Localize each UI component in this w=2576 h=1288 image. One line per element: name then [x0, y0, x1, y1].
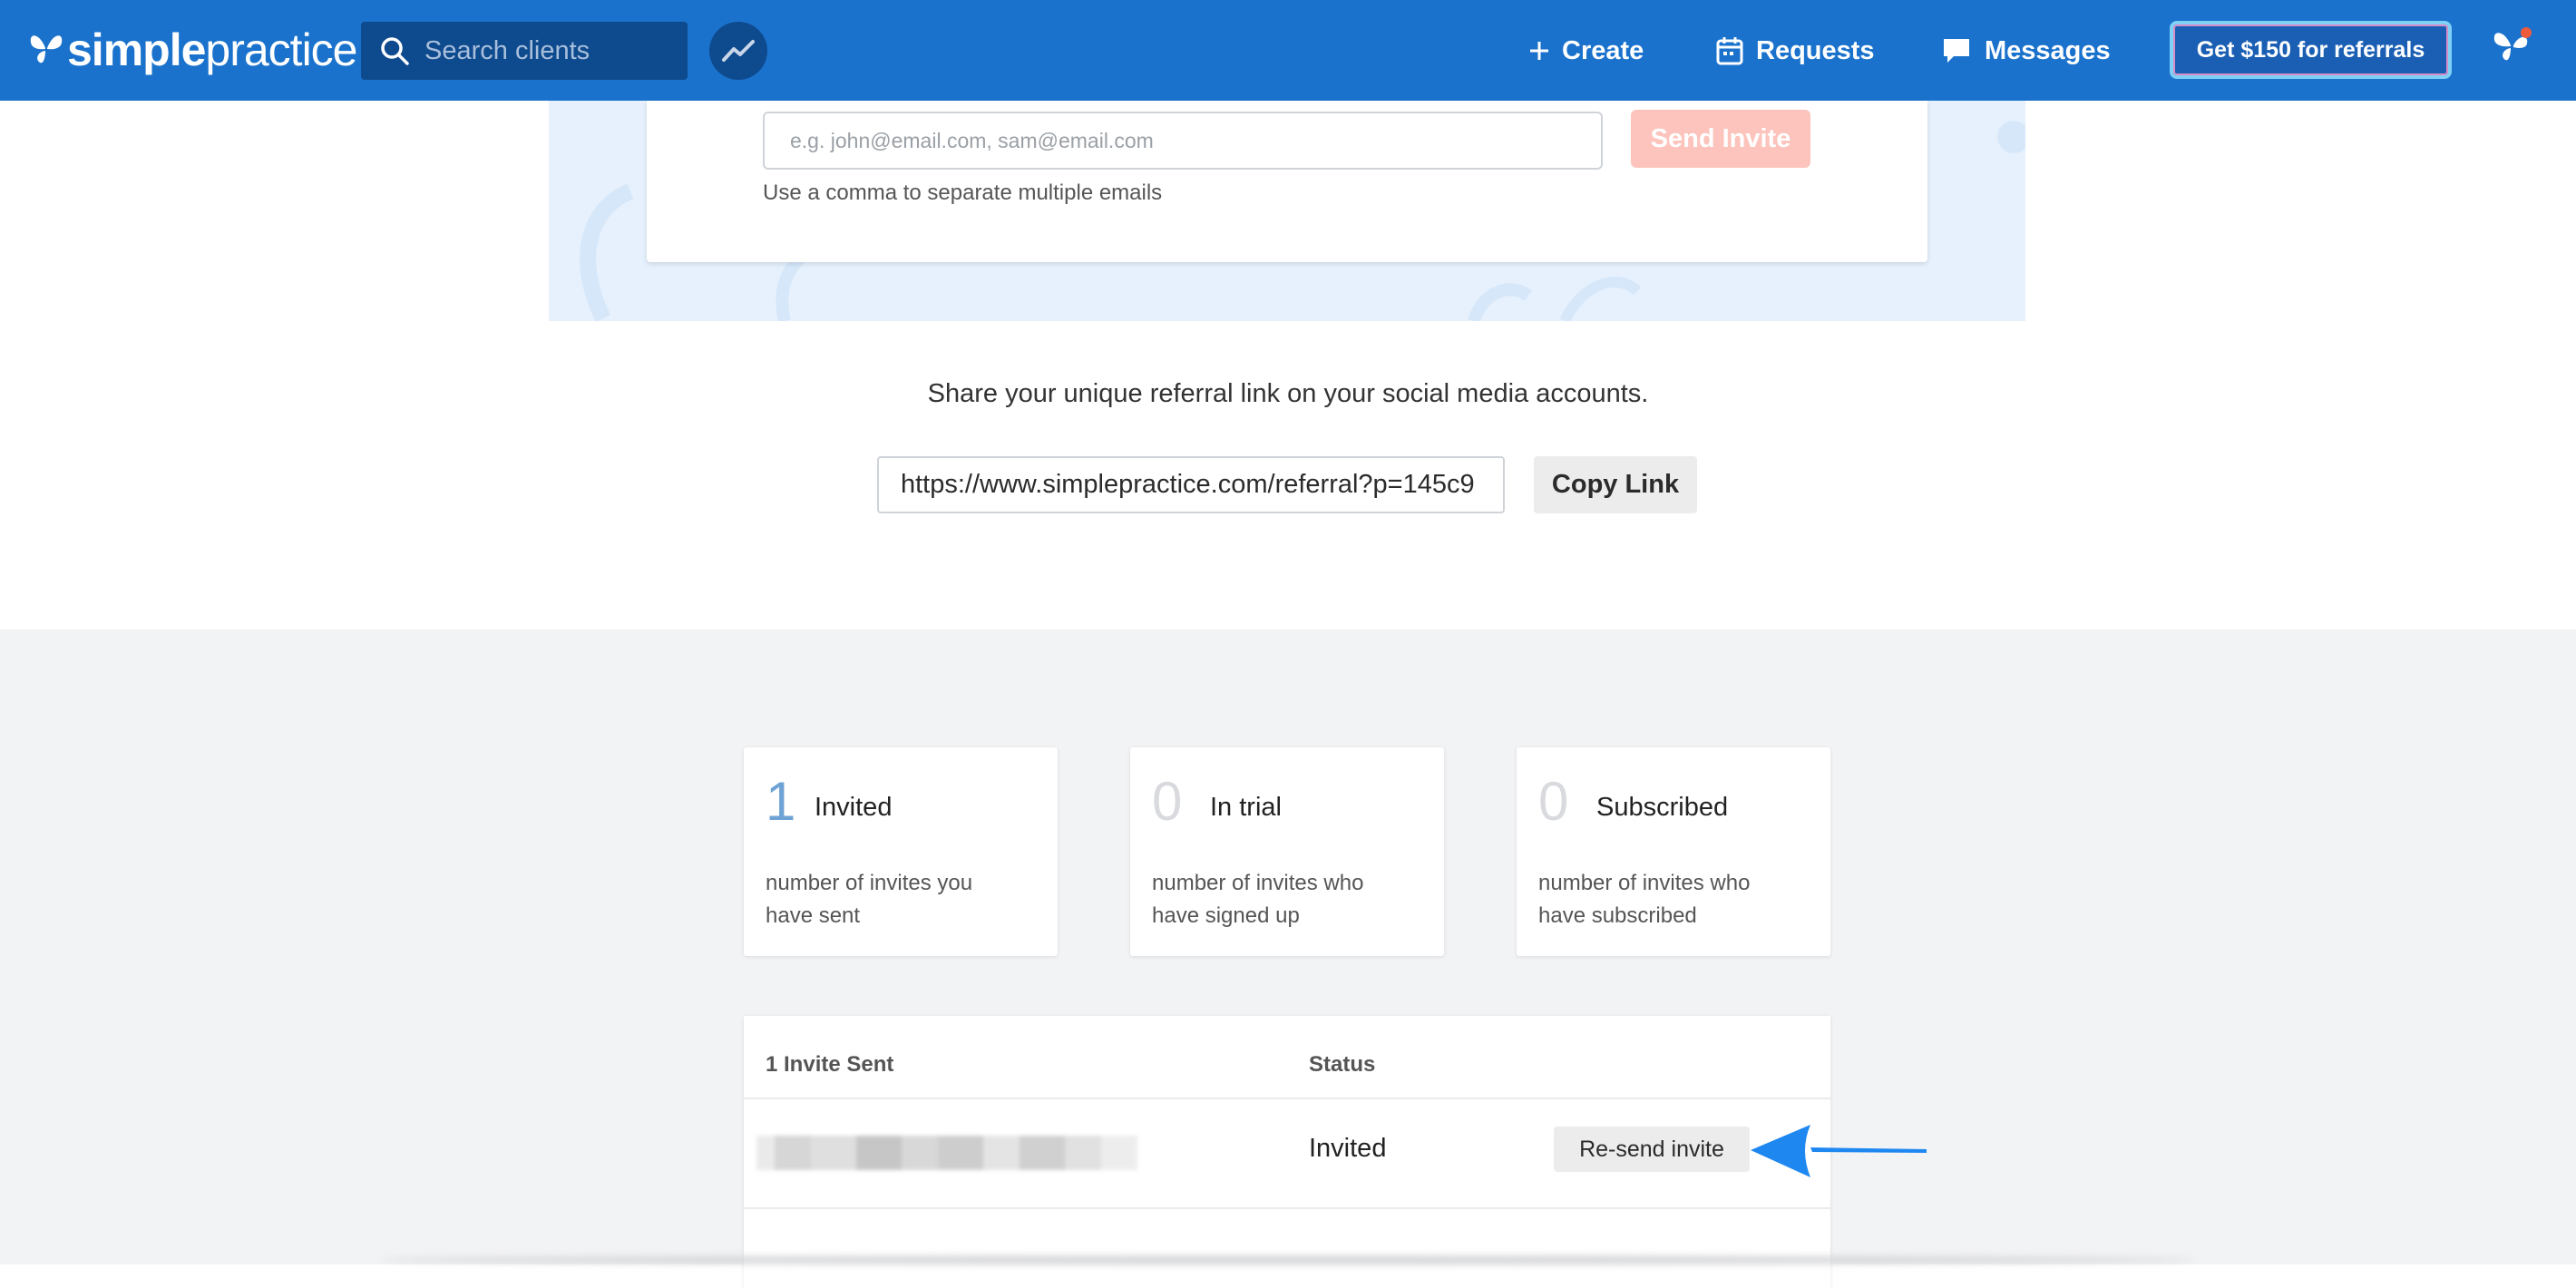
- stat-description: number of invites who have signed up: [1152, 871, 1364, 928]
- resend-invite-button[interactable]: Re-send invite: [1554, 1127, 1750, 1172]
- invite-email-input[interactable]: [763, 112, 1603, 170]
- header-divider: [744, 1098, 1830, 1099]
- create-button[interactable]: Create: [1529, 22, 1644, 80]
- row-status: Invited: [1309, 1134, 1387, 1163]
- stat-count: 0: [1152, 771, 1183, 832]
- stat-label: Invited: [815, 793, 893, 822]
- referral-cta-button[interactable]: Get $150 for referrals: [2170, 21, 2452, 79]
- referral-link-field[interactable]: [877, 456, 1505, 513]
- bottom-edge-shadow: [381, 1255, 2195, 1264]
- create-label: Create: [1562, 35, 1644, 65]
- butterfly-logo-icon: [30, 35, 63, 63]
- simplepractice-logo[interactable]: simplepractice: [27, 23, 357, 77]
- top-nav: simplepractice Create Requests: [0, 0, 2576, 101]
- account-butterfly-icon[interactable]: [2489, 25, 2536, 71]
- row-divider: [744, 1207, 1830, 1209]
- invites-table: 1 Invite Sent Status Invited Re-send inv…: [744, 1016, 1830, 1288]
- stat-card-invited: 1 Invited number of invites you have sen…: [744, 747, 1058, 956]
- search-box[interactable]: [361, 22, 688, 80]
- annotation-arrow-icon: [1751, 1125, 1927, 1177]
- logo-text-simple: simple: [67, 24, 206, 75]
- requests-label: Requests: [1756, 35, 1875, 65]
- messages-label: Messages: [1985, 35, 2111, 65]
- table-header-invites: 1 Invite Sent: [766, 1052, 894, 1077]
- search-input[interactable]: [423, 34, 680, 67]
- referral-stats-section: 1 Invited number of invites you have sen…: [0, 629, 2576, 1288]
- insights-button[interactable]: [709, 22, 767, 80]
- stat-count: 1: [766, 771, 796, 832]
- messages-button[interactable]: Messages: [1941, 22, 2111, 80]
- calendar-icon: [1716, 36, 1743, 65]
- send-invite-button[interactable]: Send Invite: [1631, 110, 1810, 168]
- search-icon: [381, 37, 409, 65]
- stat-description: number of invites you have sent: [766, 871, 973, 928]
- notification-dot: [2521, 27, 2532, 38]
- stat-card-subscribed: 0 Subscribed number of invites who have …: [1517, 747, 1830, 956]
- copy-link-button[interactable]: Copy Link: [1534, 456, 1697, 513]
- trending-up-icon: [722, 40, 755, 62]
- chat-bubble-icon: [1941, 36, 1972, 65]
- stat-label: Subscribed: [1596, 793, 1729, 822]
- redacted-email: [756, 1136, 1137, 1170]
- table-header-status: Status: [1309, 1052, 1376, 1077]
- stat-label: In trial: [1210, 793, 1282, 822]
- email-hint-text: Use a comma to separate multiple emails: [763, 181, 1163, 205]
- requests-button[interactable]: Requests: [1716, 22, 1875, 80]
- invite-card: Send Invite Use a comma to separate mult…: [647, 101, 1927, 262]
- stat-description: number of invites who have subscribed: [1538, 871, 1751, 928]
- share-instructions: Share your unique referral link on your …: [927, 379, 1649, 408]
- stat-count: 0: [1538, 771, 1569, 832]
- logo-text-practice: practice: [205, 24, 357, 75]
- plus-icon: [1529, 41, 1549, 61]
- stat-card-in-trial: 0 In trial number of invites who have si…: [1130, 747, 1444, 956]
